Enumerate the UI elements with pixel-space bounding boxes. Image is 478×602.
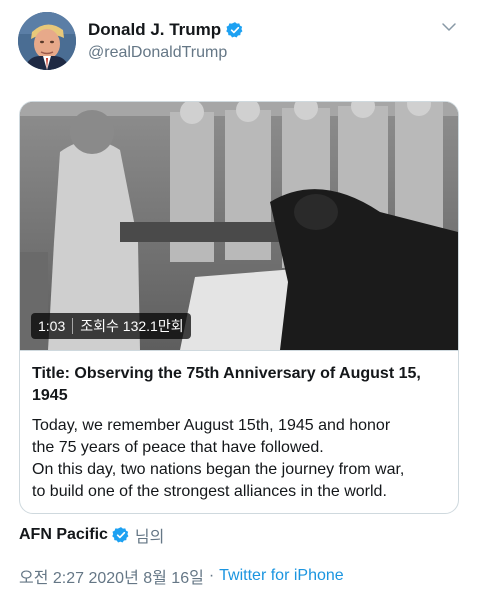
video-info-badge: 1:03 조회수 132.1만회: [31, 313, 191, 339]
card-title[interactable]: Title: Observing the 75th Anniversary of…: [32, 363, 446, 407]
card-description-line: to build one of the strongest alliances …: [32, 483, 387, 500]
card-description-line: the 75 years of peace that have followed…: [32, 439, 324, 456]
tweet-header: Donald J. Trump @realDonaldTrump: [0, 0, 478, 90]
attribution-name[interactable]: AFN Pacific: [19, 526, 108, 544]
author-handle[interactable]: @realDonaldTrump: [88, 44, 227, 62]
video-thumbnail[interactable]: 1:03 조회수 132.1만회: [20, 102, 458, 350]
attribution: AFN Pacific 님의: [19, 523, 164, 547]
card-description-line: On this day, two nations began the journ…: [32, 461, 405, 478]
author-name-row[interactable]: Donald J. Trump: [88, 20, 244, 40]
author-display-name[interactable]: Donald J. Trump: [88, 20, 221, 40]
verified-badge-icon: [226, 22, 243, 38]
chevron-down-icon[interactable]: [440, 18, 458, 36]
card-text[interactable]: Title: Observing the 75th Anniversary of…: [20, 350, 458, 503]
avatar[interactable]: [18, 12, 76, 70]
meta-separator: ·: [208, 567, 215, 584]
card-description: Today, we remember August 15th, 1945 and…: [32, 415, 446, 503]
attribution-suffix: 님의: [134, 529, 165, 546]
badge-divider: [72, 318, 74, 334]
avatar-image: [18, 12, 76, 70]
verified-badge-icon: [112, 527, 129, 543]
tweet-metadata: 오전 2:27 2020년 8월 16일 · Twitter for iPhon…: [19, 564, 344, 588]
link-card[interactable]: 1:03 조회수 132.1만회 Title: Observing the 75…: [19, 101, 459, 514]
tweet-date[interactable]: 2020년 8월 16일: [88, 564, 203, 588]
video-view-count: 조회수 132.1만회: [80, 318, 184, 334]
tweet-source-link[interactable]: Twitter for iPhone: [219, 567, 344, 585]
video-duration: 1:03: [38, 318, 66, 334]
card-description-line: Today, we remember August 15th, 1945 and…: [32, 417, 391, 434]
tweet-time[interactable]: 오전 2:27: [19, 564, 84, 588]
